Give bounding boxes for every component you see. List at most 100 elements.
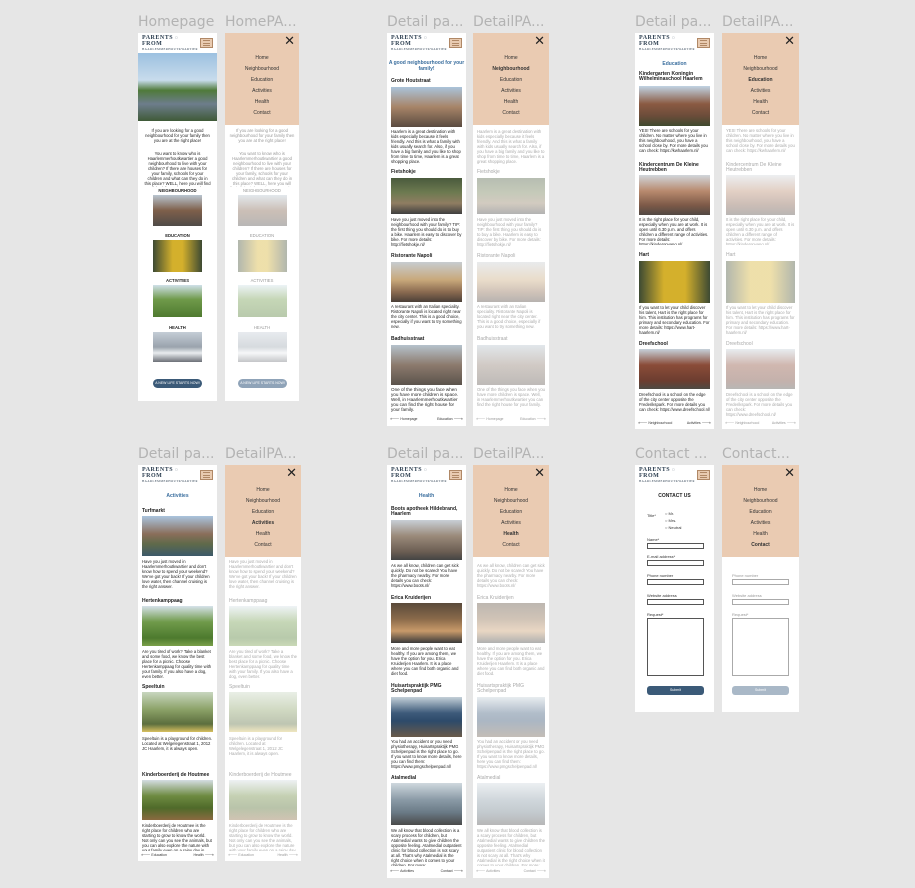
nav-contact[interactable]: Contact bbox=[473, 540, 549, 551]
nav-menu: ✕ Home Neighbourhood Education Activitie… bbox=[225, 465, 301, 557]
frame-label-health-menu[interactable]: DetailPA... bbox=[473, 446, 553, 462]
nav-home[interactable]: Home bbox=[225, 485, 301, 496]
section-health[interactable]: HEALTH bbox=[138, 325, 217, 330]
activities-image[interactable] bbox=[153, 285, 202, 317]
next-link[interactable]: Education 🡒 bbox=[437, 417, 463, 421]
close-icon[interactable]: ✕ bbox=[534, 467, 545, 480]
nav-contact[interactable]: Contact bbox=[225, 540, 301, 551]
nav-health[interactable]: Health bbox=[225, 529, 301, 540]
email-field[interactable] bbox=[647, 560, 704, 566]
item-text-faded: As we all know, children can get sick qu… bbox=[477, 563, 545, 588]
section-education[interactable]: EDUCATION bbox=[138, 233, 217, 238]
hamburger-menu-icon[interactable] bbox=[200, 38, 213, 48]
nav-contact[interactable]: Contact bbox=[722, 108, 799, 119]
education-image[interactable] bbox=[153, 240, 202, 272]
nav-neighbourhood[interactable]: Neighbourhood bbox=[225, 64, 299, 75]
logo[interactable]: PARENTS ◌ FROM HAARLEMMERHOUTKWARTIER bbox=[391, 467, 449, 484]
back-link[interactable]: 🡐 Activities bbox=[390, 869, 414, 873]
next-link[interactable]: Activities 🡒 bbox=[687, 421, 711, 425]
nav-activities[interactable]: Activities bbox=[473, 86, 549, 97]
item-text: It is the right place for your child, es… bbox=[639, 217, 709, 245]
frame-label-neighbourhood[interactable]: Detail pa... bbox=[387, 14, 467, 30]
frame-label-activities-menu[interactable]: DetailPA... bbox=[225, 446, 305, 462]
back-link[interactable]: 🡐 Homepage bbox=[390, 417, 417, 421]
frame-label-homepage-menu[interactable]: HomePA... bbox=[225, 14, 297, 30]
logo[interactable]: PARENTS ◌ FROM HAARLEMMERHOUTKWARTIER bbox=[391, 35, 449, 52]
cta-button[interactable]: A NEW LIFE STARTS NOW! bbox=[153, 379, 202, 388]
nav-education[interactable]: Education bbox=[225, 75, 299, 86]
close-icon[interactable]: ✕ bbox=[534, 35, 545, 48]
frame-label-neighbourhood-menu[interactable]: DetailPA... bbox=[473, 14, 553, 30]
back-link[interactable]: 🡐 Neighbourhood bbox=[638, 421, 672, 425]
health-menu-frame: As we all know, children can get sick qu… bbox=[473, 465, 549, 878]
nav-health[interactable]: Health bbox=[225, 97, 299, 108]
frame-label-activities[interactable]: Detail pa... bbox=[138, 446, 218, 462]
nav-education[interactable]: Education bbox=[722, 75, 799, 86]
phone-field[interactable] bbox=[647, 579, 704, 585]
nav-neighbourhood[interactable]: Neighbourhood bbox=[473, 64, 549, 75]
nav-activities[interactable]: Activities bbox=[722, 518, 799, 529]
hamburger-menu-icon[interactable] bbox=[449, 38, 462, 48]
neighbourhood-image[interactable] bbox=[153, 195, 202, 226]
nav-activities[interactable]: Activities bbox=[225, 86, 299, 97]
name-field[interactable] bbox=[647, 543, 704, 549]
nav-education[interactable]: Education bbox=[473, 507, 549, 518]
nav-home[interactable]: Home bbox=[722, 485, 799, 496]
section-neighbourhood[interactable]: NEIGHBOURHOOD bbox=[138, 188, 217, 193]
nav-home[interactable]: Home bbox=[473, 53, 549, 64]
logo[interactable]: PARENTS ◌ FROM HAARLEMMERHOUTKWARTIER bbox=[639, 35, 697, 52]
hamburger-menu-icon[interactable] bbox=[697, 470, 710, 480]
hamburger-menu-icon[interactable] bbox=[449, 470, 462, 480]
nav-neighbourhood[interactable]: Neighbourhood bbox=[722, 496, 799, 507]
nav-home[interactable]: Home bbox=[473, 485, 549, 496]
back-link[interactable]: 🡐 Education bbox=[141, 853, 167, 857]
frame-label-contact-menu[interactable]: Contact... bbox=[722, 446, 802, 462]
logo[interactable]: PARENTS ◌ FROM HAARLEMMERHOUTKWARTIER bbox=[142, 467, 200, 484]
nav-neighbourhood[interactable]: Neighbourhood bbox=[722, 64, 799, 75]
nav-contact[interactable]: Contact bbox=[473, 108, 549, 119]
close-icon[interactable]: ✕ bbox=[784, 467, 795, 480]
website-field[interactable] bbox=[647, 599, 704, 605]
submit-button[interactable]: Submit bbox=[647, 686, 704, 695]
page-footer-nav-faded: 🡐 Neighbourhood Activities 🡒 bbox=[725, 421, 796, 425]
nav-health[interactable]: Health bbox=[722, 529, 799, 540]
nav-health[interactable]: Health bbox=[722, 97, 799, 108]
frame-label-education[interactable]: Detail pa... bbox=[635, 14, 715, 30]
nav-education[interactable]: Education bbox=[225, 507, 301, 518]
radio-mrs[interactable]: ○ Mrs. bbox=[665, 518, 676, 523]
radio-neutral[interactable]: ○ Neutral bbox=[665, 525, 681, 530]
nav-health[interactable]: Health bbox=[473, 97, 549, 108]
logo[interactable]: PARENTS ◌ FROM HAARLEMMERHOUTKWARTIER bbox=[142, 35, 200, 52]
close-icon[interactable]: ✕ bbox=[284, 35, 295, 48]
frame-label-homepage[interactable]: Homepage bbox=[138, 14, 218, 30]
nav-activities[interactable]: Activities bbox=[225, 518, 301, 529]
next-link[interactable]: Contact 🡒 bbox=[441, 869, 463, 873]
frame-label-health[interactable]: Detail pa... bbox=[387, 446, 467, 462]
nav-health[interactable]: Health bbox=[473, 529, 549, 540]
section-health-faded: HEALTH bbox=[253, 325, 271, 330]
nav-activities[interactable]: Activities bbox=[473, 518, 549, 529]
radio-mr[interactable]: ○ Mr. bbox=[665, 511, 674, 516]
section-activities[interactable]: ACTIVITIES bbox=[138, 278, 217, 283]
nav-contact[interactable]: Contact bbox=[225, 108, 299, 119]
hamburger-menu-icon[interactable] bbox=[697, 38, 710, 48]
close-icon[interactable]: ✕ bbox=[286, 467, 297, 480]
item-title-faded: Kinderboerderij de Houtmee bbox=[229, 772, 292, 778]
close-icon[interactable]: ✕ bbox=[784, 35, 795, 48]
nav-neighbourhood[interactable]: Neighbourhood bbox=[225, 496, 301, 507]
nav-contact[interactable]: Contact bbox=[722, 540, 799, 551]
item-image bbox=[639, 349, 710, 389]
request-textarea[interactable] bbox=[647, 618, 704, 676]
nav-neighbourhood[interactable]: Neighbourhood bbox=[473, 496, 549, 507]
frame-label-contact[interactable]: Contact ... bbox=[635, 446, 715, 462]
nav-activities[interactable]: Activities bbox=[722, 86, 799, 97]
nav-home[interactable]: Home bbox=[225, 53, 299, 64]
frame-label-education-menu[interactable]: DetailPA... bbox=[722, 14, 802, 30]
nav-home[interactable]: Home bbox=[722, 53, 799, 64]
health-image[interactable] bbox=[153, 332, 202, 362]
next-link[interactable]: Health 🡒 bbox=[194, 853, 214, 857]
nav-education[interactable]: Education bbox=[722, 507, 799, 518]
nav-education[interactable]: Education bbox=[473, 75, 549, 86]
logo[interactable]: PARENTS ◌ FROM HAARLEMMERHOUTKWARTIER bbox=[639, 467, 697, 484]
hamburger-menu-icon[interactable] bbox=[200, 470, 213, 480]
